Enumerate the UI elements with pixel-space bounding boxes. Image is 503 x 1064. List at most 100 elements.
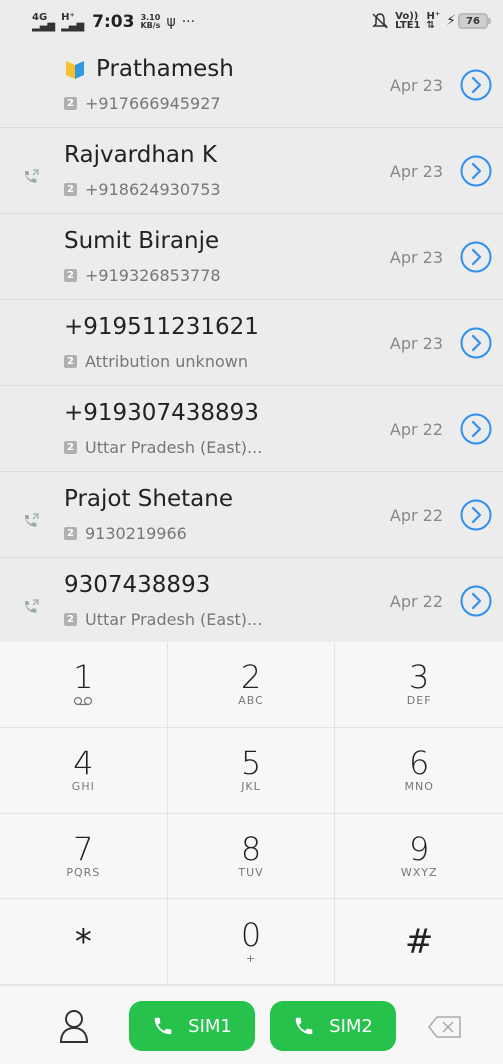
shield-icon [66, 61, 84, 79]
phone-icon [295, 1017, 313, 1035]
call-sim1-button[interactable]: SIM1 [129, 1001, 255, 1051]
call-log-row[interactable]: Sumit Biranje 2 +919326853778 Apr 23 [0, 214, 503, 300]
key-digit: 1 [73, 658, 94, 697]
key-letters: PQRS [66, 865, 101, 879]
voicemail-icon [74, 697, 93, 706]
dial-key-5[interactable]: 5 JKL [167, 727, 336, 814]
call-log-row[interactable]: Prathamesh 2 +917666945927 Apr 23 [0, 42, 503, 128]
dial-key-star[interactable]: * [0, 899, 168, 985]
contacts-icon[interactable] [58, 1008, 90, 1044]
status-bar: 4G ▂▄▆ H⁺ ▂▄▆ 7:03 3.10 KB/s ψ ··· Vo)) LTE1… [0, 0, 503, 42]
call-detail: Uttar Pradesh (East)... [85, 438, 263, 457]
key-letters: WXYZ [400, 865, 438, 879]
call-details-arrow-icon[interactable] [459, 412, 493, 446]
call-date: Apr 23 [389, 162, 443, 181]
call-date: Apr 22 [389, 420, 443, 439]
data-hplus-icon: H⁺ ⇅ [426, 11, 441, 31]
call-log-row[interactable]: Rajvardhan K 2 +918624930753 Apr 23 [0, 128, 503, 214]
sim1-label: SIM1 [188, 1015, 232, 1037]
call-details-arrow-icon[interactable] [459, 326, 493, 360]
contact-name: +919307438893 [64, 400, 259, 426]
phone-icon [154, 1017, 172, 1035]
volte-icon: Vo)) LTE1 [395, 11, 421, 31]
call-log-row[interactable]: 9307438893 2 Uttar Pradesh (East)... Apr 22 [0, 558, 503, 642]
more-notifications-icon: ··· [181, 14, 196, 30]
call-date: Apr 23 [389, 248, 443, 267]
call-log-row[interactable]: +919307438893 2 Uttar Pradesh (East)... Apr… [0, 386, 503, 472]
outgoing-call-icon [25, 513, 39, 527]
contact-name: Prajot Shetane [64, 486, 233, 512]
call-details-arrow-icon[interactable] [459, 584, 493, 618]
key-letters: TUV [238, 865, 264, 879]
call-log-row[interactable]: Prajot Shetane 2 9130219966 Apr 22 [0, 472, 503, 558]
key-digit: 3 [408, 658, 430, 697]
key-letters: DEF [406, 694, 432, 708]
dial-key-6[interactable]: 6 MNO [335, 728, 503, 814]
sim2-label: SIM2 [329, 1015, 373, 1037]
clock: 7:03 [92, 12, 135, 32]
dialer-action-bar: SIM1 SIM2 [0, 985, 503, 1064]
call-date: Apr 23 [389, 334, 443, 353]
key-digit: 6 [408, 744, 430, 783]
key-digit: 9 [408, 829, 430, 868]
dial-key-9[interactable]: 9 WXYZ [335, 814, 503, 900]
battery-icon: ⚡ 76 [446, 13, 491, 29]
call-log-list[interactable]: Prathamesh 2 +917666945927 Apr 23 Rajvardhan… [0, 42, 503, 642]
key-digit: 7 [73, 829, 94, 868]
key-digit: * [74, 921, 92, 962]
dial-key-1[interactable]: 1 [0, 642, 168, 728]
sim-badge: 2 [64, 441, 77, 454]
contact-name: +919511231621 [64, 314, 259, 340]
key-digit: 5 [240, 744, 262, 783]
key-letters: MNO [404, 780, 434, 794]
call-date: Apr 23 [389, 76, 443, 95]
sim-badge: 2 [64, 183, 77, 196]
backspace-icon[interactable] [428, 1016, 462, 1038]
key-digit: 8 [240, 829, 262, 868]
dial-keypad: 1 2 ABC 3 DEF 4 GHI 5 JKL 6 MNO 7 PQRS 8 TUV 9 WXYZ * 0 + # [0, 642, 503, 985]
key-digit: # [404, 921, 434, 962]
call-sim2-button[interactable]: SIM2 [270, 1001, 396, 1051]
call-detail: +918624930753 [85, 180, 221, 199]
call-detail: Attribution unknown [85, 352, 248, 371]
dial-key-0[interactable]: 0 + [167, 899, 336, 985]
sim-badge: 2 [64, 613, 77, 626]
call-detail: +919326853778 [85, 266, 221, 285]
call-details-arrow-icon[interactable] [459, 498, 493, 532]
dial-key-7[interactable]: 7 PQRS [0, 813, 168, 900]
cellular-signal-2-icon: H⁺ ▂▄▆ [61, 12, 85, 32]
call-detail: +917666945927 [85, 94, 221, 113]
dial-key-2[interactable]: 2 ABC [167, 642, 336, 728]
key-digit: 4 [73, 744, 94, 783]
sim-badge: 2 [64, 97, 77, 110]
dial-key-hash[interactable]: # [335, 899, 503, 985]
battery-level: 76 [458, 13, 488, 29]
dial-key-3[interactable]: 3 DEF [335, 642, 503, 728]
contact-name: 9307438893 [64, 572, 211, 598]
sim-badge: 2 [64, 355, 77, 368]
call-details-arrow-icon[interactable] [459, 240, 493, 274]
contact-name: Prathamesh [96, 56, 234, 82]
key-letters: JKL [241, 780, 261, 794]
call-detail: 9130219966 [85, 524, 187, 543]
call-details-arrow-icon[interactable] [459, 68, 493, 102]
contact-name: Sumit Biranje [64, 228, 220, 254]
network-speed: 3.10 KB/s [140, 13, 161, 30]
key-letters: ABC [238, 694, 264, 708]
outgoing-call-icon [25, 599, 39, 613]
cellular-signal-icon: 4G ▂▄▆ [32, 12, 56, 32]
contact-name: Rajvardhan K [64, 142, 217, 168]
call-details-arrow-icon[interactable] [459, 154, 493, 188]
dial-key-8[interactable]: 8 TUV [167, 813, 336, 900]
dial-key-4[interactable]: 4 GHI [0, 727, 168, 814]
sim-badge: 2 [64, 269, 77, 282]
silent-mode-icon [372, 13, 388, 29]
call-detail: Uttar Pradesh (East)... [85, 610, 263, 629]
key-letters: GHI [71, 780, 95, 794]
call-log-row[interactable]: +919511231621 2 Attribution unknown Apr 23 [0, 300, 503, 386]
key-letters: + [245, 951, 257, 965]
call-date: Apr 22 [389, 506, 443, 525]
sim-badge: 2 [64, 527, 77, 540]
key-digit: 0 [240, 915, 262, 954]
call-date: Apr 22 [389, 592, 443, 611]
